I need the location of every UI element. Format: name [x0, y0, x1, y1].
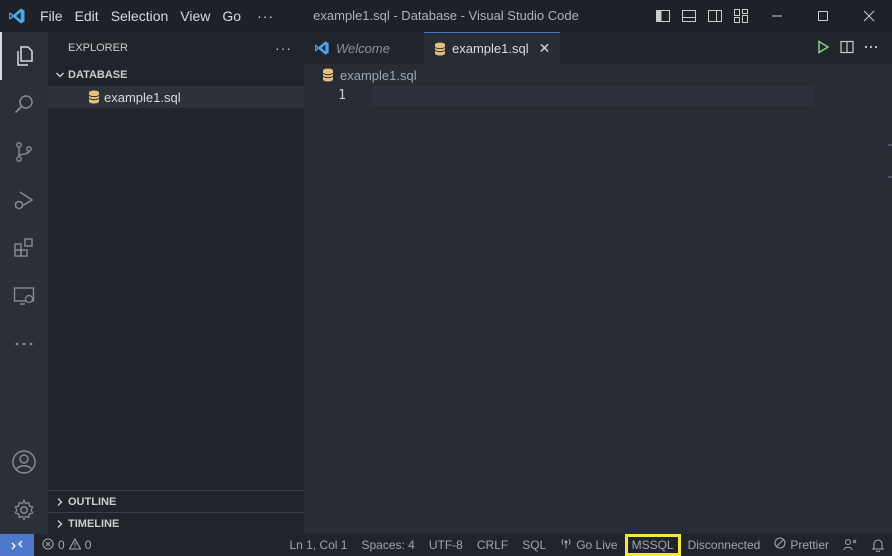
overview-ruler — [888, 144, 892, 178]
folder-label: DATABASE — [68, 69, 128, 81]
explorer-sidebar: EXPLORER ··· DATABASE example1.sql OUTLI… — [48, 32, 304, 534]
tab-welcome[interactable]: Welcome — [304, 32, 424, 64]
mssql-status[interactable]: MSSQL — [624, 534, 681, 556]
menu-selection[interactable]: Selection — [105, 0, 175, 32]
prohibited-icon — [774, 534, 786, 556]
menu-edit[interactable]: Edit — [69, 0, 105, 32]
toggle-sidebar-icon[interactable] — [650, 0, 676, 32]
encoding[interactable]: UTF-8 — [422, 534, 470, 556]
menu-view[interactable]: View — [174, 0, 216, 32]
source-control-icon[interactable] — [0, 128, 48, 176]
file-item-example1[interactable]: example1.sql — [48, 86, 304, 108]
accounts-icon[interactable] — [0, 438, 48, 486]
status-right: Ln 1, Col 1 Spaces: 4 UTF-8 CRLF SQL Go … — [282, 534, 892, 556]
problems-indicator[interactable]: 0 0 — [34, 537, 92, 553]
language-mode[interactable]: SQL — [515, 534, 553, 556]
run-query-icon[interactable] — [816, 39, 830, 57]
explorer-icon[interactable] — [0, 32, 48, 80]
go-live-button[interactable]: Go Live — [553, 534, 624, 556]
title-bar: File Edit Selection View Go ··· example1… — [0, 0, 892, 32]
explorer-title: EXPLORER — [68, 42, 128, 54]
editor-area[interactable]: example1.sql 1 — [304, 64, 892, 534]
database-icon — [434, 42, 446, 56]
tab-example1-sql[interactable]: example1.sql ✕ — [424, 32, 560, 64]
more-views-icon[interactable] — [0, 320, 48, 368]
customize-layout-icon[interactable] — [728, 0, 754, 32]
toggle-panel-icon[interactable] — [676, 0, 702, 32]
file-name: example1.sql — [104, 89, 181, 105]
feedback-icon[interactable] — [836, 534, 864, 556]
error-icon — [42, 537, 54, 553]
database-icon — [84, 90, 104, 104]
menu-file[interactable]: File — [34, 0, 69, 32]
toggle-secondary-sidebar-icon[interactable] — [702, 0, 728, 32]
breadcrumb-file[interactable]: example1.sql — [340, 68, 417, 83]
notifications-bell-icon[interactable] — [864, 534, 892, 556]
manage-gear-icon[interactable] — [0, 486, 48, 534]
chevron-right-icon — [52, 497, 68, 507]
menu-bar: File Edit Selection View Go ··· — [34, 0, 284, 32]
end-of-line[interactable]: CRLF — [470, 534, 515, 556]
database-icon — [322, 68, 334, 82]
title-controls — [650, 0, 892, 32]
warning-count: 0 — [84, 538, 92, 552]
outline-section[interactable]: OUTLINE — [48, 490, 304, 512]
prettier-label: Prettier — [790, 538, 829, 552]
activity-bar — [0, 32, 48, 534]
close-tab-icon[interactable]: ✕ — [539, 40, 551, 57]
editor-tabs: Welcome example1.sql ✕ — [304, 32, 892, 64]
indentation[interactable]: Spaces: 4 — [354, 534, 421, 556]
maximize-icon[interactable] — [800, 0, 846, 32]
chevron-right-icon — [52, 519, 68, 529]
timeline-label: TIMELINE — [68, 517, 120, 530]
line-number: 1 — [338, 88, 346, 103]
outline-label: OUTLINE — [68, 495, 117, 508]
extensions-icon[interactable] — [0, 224, 48, 272]
run-debug-icon[interactable] — [0, 176, 48, 224]
warning-icon — [68, 537, 82, 553]
menu-more-button[interactable]: ··· — [247, 0, 284, 32]
breadcrumb: example1.sql — [304, 64, 892, 86]
folder-database[interactable]: DATABASE — [48, 64, 304, 86]
chevron-down-icon — [52, 70, 68, 80]
connection-status[interactable]: Disconnected — [681, 534, 768, 556]
menu-go[interactable]: Go — [216, 0, 247, 32]
error-count: 0 — [58, 538, 65, 552]
explorer-header: EXPLORER ··· — [48, 32, 304, 64]
vscode-logo-icon — [0, 0, 34, 32]
cursor-position[interactable]: Ln 1, Col 1 — [282, 534, 354, 556]
timeline-section[interactable]: TIMELINE — [48, 512, 304, 534]
tab-welcome-label: Welcome — [336, 40, 390, 56]
sidebar-bottom-sections: OUTLINE TIMELINE — [48, 490, 304, 534]
tab-example1-label: example1.sql — [452, 41, 529, 56]
status-bar: 0 0 Ln 1, Col 1 Spaces: 4 UTF-8 CRLF SQL… — [0, 534, 892, 556]
explorer-more-button[interactable]: ··· — [275, 40, 292, 56]
remote-explorer-icon[interactable] — [0, 272, 48, 320]
broadcast-icon — [560, 534, 572, 556]
editor-actions — [816, 32, 892, 64]
current-line-highlight — [372, 86, 814, 106]
editor-line[interactable]: 1 — [304, 86, 814, 106]
vscode-icon — [314, 40, 330, 56]
minimize-icon[interactable] — [754, 0, 800, 32]
editor-more-icon[interactable] — [864, 40, 878, 57]
search-icon[interactable] — [0, 80, 48, 128]
remote-indicator-icon[interactable] — [0, 534, 34, 556]
go-live-label: Go Live — [576, 538, 618, 552]
prettier-button[interactable]: Prettier — [767, 534, 836, 556]
split-editor-icon[interactable] — [840, 40, 854, 57]
close-window-icon[interactable] — [846, 0, 892, 32]
